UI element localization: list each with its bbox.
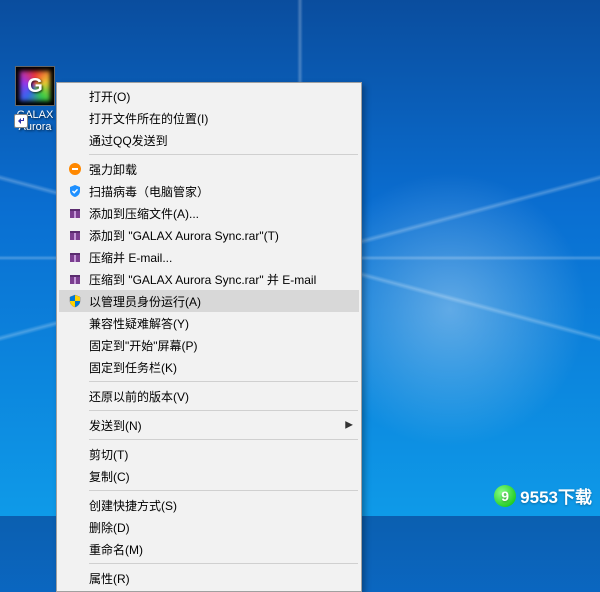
- menu-item-label: 创建快捷方式(S): [89, 497, 341, 514]
- shield-icon: [65, 183, 85, 199]
- menu-item-label: 属性(R): [89, 570, 341, 587]
- archive-icon: [65, 271, 85, 287]
- menu-separator: [89, 490, 358, 491]
- menu-separator: [89, 381, 358, 382]
- uac-shield-icon: [65, 293, 85, 309]
- menu-separator: [89, 439, 358, 440]
- menu-item-label: 打开文件所在的位置(I): [89, 110, 341, 127]
- chevron-right-icon: ▶: [345, 420, 353, 431]
- menu-item[interactable]: 强力卸载: [59, 158, 359, 180]
- menu-item[interactable]: 复制(C): [59, 465, 359, 487]
- menu-item-label: 打开(O): [89, 88, 341, 105]
- menu-item-label: 发送到(N): [89, 417, 341, 434]
- menu-item-icon-empty: [65, 337, 85, 353]
- menu-item-label: 剪切(T): [89, 446, 341, 463]
- menu-item-label: 添加到 "GALAX Aurora Sync.rar"(T): [89, 227, 341, 244]
- menu-item-label: 压缩到 "GALAX Aurora Sync.rar" 并 E-mail: [89, 271, 341, 288]
- menu-item[interactable]: 压缩到 "GALAX Aurora Sync.rar" 并 E-mail: [59, 268, 359, 290]
- menu-item-icon-empty: [65, 570, 85, 586]
- menu-item-icon-empty: [65, 315, 85, 331]
- desktop-shortcut[interactable]: G GALAX Aurora: [8, 66, 62, 133]
- menu-item-label: 压缩并 E-mail...: [89, 249, 341, 266]
- menu-item-icon-empty: [65, 446, 85, 462]
- menu-item[interactable]: 兼容性疑难解答(Y): [59, 312, 359, 334]
- menu-separator: [89, 154, 358, 155]
- watermark: 9 9553下载: [494, 483, 592, 508]
- menu-item-icon-empty: [65, 88, 85, 104]
- menu-item[interactable]: 添加到压缩文件(A)...: [59, 202, 359, 224]
- menu-item[interactable]: 通过QQ发送到: [59, 129, 359, 151]
- archive-icon: [65, 249, 85, 265]
- menu-item-label: 以管理员身份运行(A): [89, 293, 341, 310]
- menu-item-icon-empty: [65, 132, 85, 148]
- menu-item-label: 添加到压缩文件(A)...: [89, 205, 341, 222]
- menu-item[interactable]: 打开(O): [59, 85, 359, 107]
- menu-item-icon-empty: [65, 519, 85, 535]
- menu-separator: [89, 410, 358, 411]
- shortcut-icon: G: [15, 66, 55, 106]
- menu-item-label: 重命名(M): [89, 541, 341, 558]
- menu-item-label: 扫描病毒（电脑管家）: [89, 183, 341, 200]
- shortcut-icon-letter: G: [27, 80, 43, 92]
- menu-item-label: 删除(D): [89, 519, 341, 536]
- menu-item[interactable]: 固定到任务栏(K): [59, 356, 359, 378]
- menu-item-icon-empty: [65, 417, 85, 433]
- menu-item-icon-empty: [65, 541, 85, 557]
- menu-item-label: 复制(C): [89, 468, 341, 485]
- menu-item[interactable]: 以管理员身份运行(A): [59, 290, 359, 312]
- menu-item[interactable]: 打开文件所在的位置(I): [59, 107, 359, 129]
- menu-item-icon-empty: [65, 359, 85, 375]
- menu-separator: [89, 563, 358, 564]
- menu-item[interactable]: 创建快捷方式(S): [59, 494, 359, 516]
- menu-item-icon-empty: [65, 110, 85, 126]
- menu-item-icon-empty: [65, 388, 85, 404]
- menu-item-label: 兼容性疑难解答(Y): [89, 315, 341, 332]
- menu-item[interactable]: 压缩并 E-mail...: [59, 246, 359, 268]
- menu-item[interactable]: 剪切(T): [59, 443, 359, 465]
- watermark-logo-icon: 9: [494, 485, 516, 507]
- watermark-text: 9553下载: [520, 483, 592, 508]
- menu-item[interactable]: 扫描病毒（电脑管家）: [59, 180, 359, 202]
- menu-item-icon-empty: [65, 468, 85, 484]
- menu-item[interactable]: 属性(R): [59, 567, 359, 589]
- uninstall-icon: [65, 161, 85, 177]
- archive-icon: [65, 227, 85, 243]
- menu-item[interactable]: 添加到 "GALAX Aurora Sync.rar"(T): [59, 224, 359, 246]
- menu-item-label: 强力卸载: [89, 161, 341, 178]
- menu-item[interactable]: 重命名(M): [59, 538, 359, 560]
- menu-item[interactable]: 发送到(N) ▶: [59, 414, 359, 436]
- menu-item[interactable]: 固定到"开始"屏幕(P): [59, 334, 359, 356]
- menu-item-label: 还原以前的版本(V): [89, 388, 341, 405]
- shortcut-overlay-icon: [14, 114, 28, 128]
- menu-item[interactable]: 删除(D): [59, 516, 359, 538]
- menu-item[interactable]: 还原以前的版本(V): [59, 385, 359, 407]
- menu-item-icon-empty: [65, 497, 85, 513]
- menu-item-label: 固定到任务栏(K): [89, 359, 341, 376]
- menu-item-label: 固定到"开始"屏幕(P): [89, 337, 341, 354]
- archive-icon: [65, 205, 85, 221]
- menu-item-label: 通过QQ发送到: [89, 132, 341, 149]
